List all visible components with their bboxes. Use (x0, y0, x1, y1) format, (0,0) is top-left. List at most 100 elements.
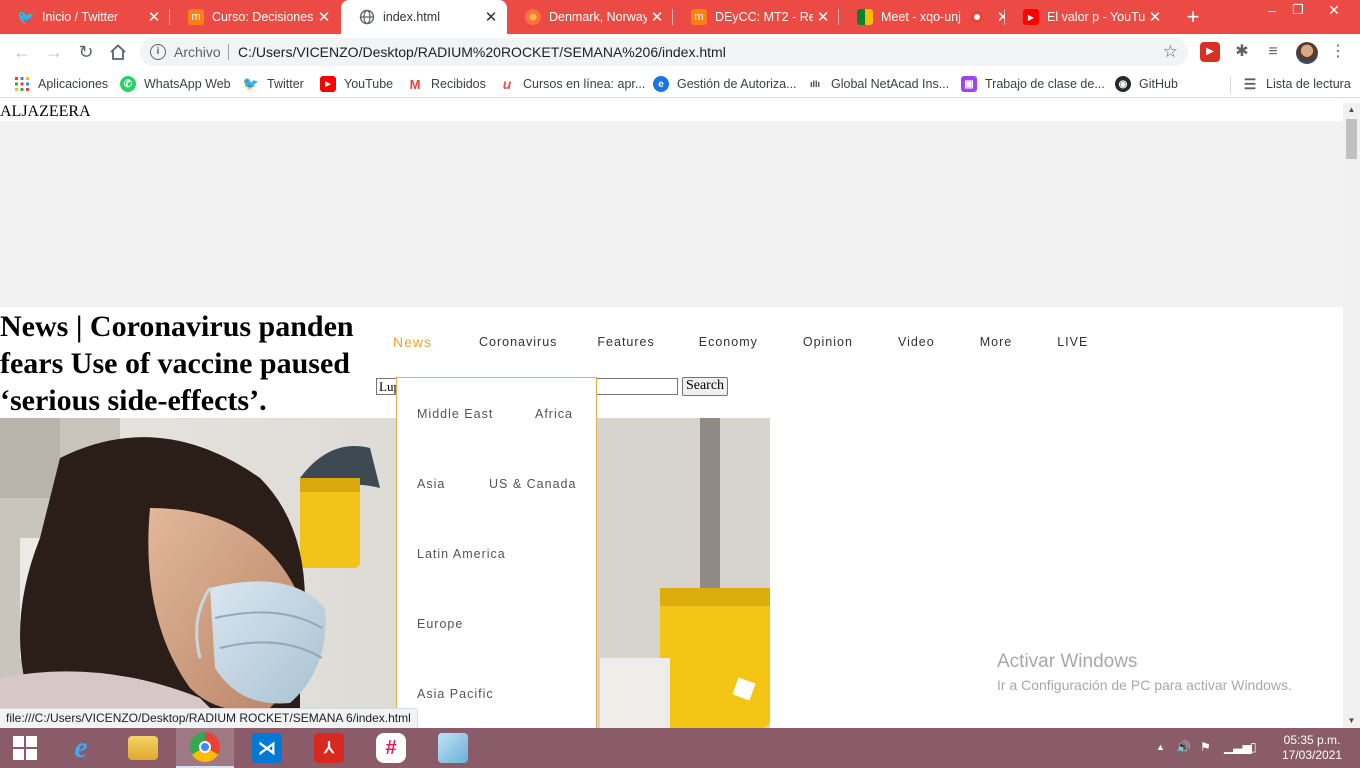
bookmark-whatsapp[interactable]: ✆ WhatsApp Web (120, 76, 231, 92)
media-control-icon[interactable]: ≡ (1263, 42, 1283, 62)
gestion-icon: e (653, 76, 669, 92)
address-bar[interactable]: i Archivo C:/Users/VICENZO/Desktop/RADIU… (140, 38, 1188, 66)
dropdown-item-us-canada[interactable]: US & Canada (489, 477, 576, 491)
tab-title: DEyCC: MT2 - Rela (715, 10, 813, 24)
url-text[interactable]: C:/Users/VICENZO/Desktop/RADIUM%20ROCKET… (238, 44, 726, 60)
dropdown-item-asia[interactable]: Asia (417, 477, 445, 491)
scheme-label: Archivo (174, 44, 221, 60)
windows-icon (13, 736, 37, 760)
dropdown-item-africa[interactable]: Africa (535, 407, 573, 421)
nav-news[interactable]: News (393, 334, 432, 350)
nav-video[interactable]: Video (898, 335, 935, 349)
extension-red-icon[interactable]: ▶ (1200, 42, 1220, 62)
new-tab-button[interactable]: + (1180, 4, 1206, 30)
tab-youtube[interactable]: ▶ El valor p - YouTub ✕ (1005, 0, 1171, 34)
acrobat-icon: ⅄ (314, 733, 344, 763)
bookmark-gestion[interactable]: e Gestión de Autoriza... (653, 76, 797, 92)
battery-icon[interactable]: ▯ (1250, 740, 1257, 754)
start-button[interactable] (0, 728, 50, 768)
tab-title: El valor p - YouTub (1047, 10, 1145, 24)
bookmark-aplicaciones[interactable]: Aplicaciones (14, 76, 108, 92)
dropdown-item-asia-pacific[interactable]: Asia Pacific (417, 687, 494, 701)
home-icon[interactable] (106, 40, 130, 64)
restore-button[interactable]: ❐ (1282, 0, 1314, 22)
vscode-icon: ⋊ (252, 733, 282, 763)
internet-explorer-icon: e (74, 731, 88, 764)
dropdown-item-europe[interactable]: Europe (417, 617, 463, 631)
recording-icon (971, 11, 983, 23)
tab-curso[interactable]: m Curso: Decisiones E ✕ (170, 0, 340, 34)
bookmark-star-icon[interactable]: ☆ (1163, 42, 1178, 62)
bookmark-twitter[interactable]: 🐦 Twitter (243, 76, 304, 92)
browser-toolbar: ← → ↻ i Archivo C:/Users/VICENZO/Desktop… (0, 34, 1360, 70)
taskbar-acrobat[interactable]: ⅄ (300, 728, 358, 768)
twitter-icon: 🐦 (242, 76, 260, 91)
tab-index-html[interactable]: index.html ✕ (341, 0, 507, 34)
menu-kebab-icon[interactable]: ⋮ (1328, 42, 1348, 62)
page-scrollbar[interactable]: ▲ ▼ (1343, 103, 1360, 728)
nav-more[interactable]: More (980, 335, 1012, 349)
bookmarks-bar: Aplicaciones ✆ WhatsApp Web 🐦 Twitter ▶ … (0, 70, 1360, 98)
close-window-button[interactable]: ✕ (1318, 0, 1350, 22)
bookmark-youtube[interactable]: ▶ YouTube (320, 76, 393, 92)
nav-coronavirus[interactable]: Coronavirus (479, 335, 557, 349)
bookmark-label: Aplicaciones (38, 77, 109, 91)
close-icon[interactable]: ✕ (1145, 8, 1165, 26)
reading-list[interactable]: ☰ Lista de lectura (1242, 76, 1351, 92)
tab-twitter[interactable]: 🐦 Inicio / Twitter ✕ (0, 0, 170, 34)
youtube-icon: ▶ (320, 76, 336, 92)
news-dropdown-menu: Middle East Africa Asia US & Canada Lati… (396, 377, 597, 728)
taskbar-chrome[interactable] (176, 728, 234, 768)
nav-economy[interactable]: Economy (699, 335, 758, 349)
puzzle-icon[interactable]: ✱ (1232, 42, 1252, 62)
bookmark-label: Global NetAcad Ins... (831, 77, 950, 91)
dropdown-item-latin-america[interactable]: Latin America (417, 547, 506, 561)
forward-icon[interactable]: → (42, 40, 66, 64)
close-icon[interactable]: ✕ (481, 8, 501, 26)
nav-live[interactable]: LIVE (1057, 335, 1088, 349)
bookmark-github[interactable]: ◉ GitHub (1115, 76, 1178, 92)
taskbar-internet-explorer[interactable]: e (52, 728, 110, 768)
banner-placeholder (0, 121, 1343, 307)
reload-icon[interactable]: ↻ (74, 40, 98, 64)
tray-overflow-icon[interactable]: ▲ (1156, 742, 1165, 752)
volume-icon[interactable]: 🔊 (1176, 740, 1191, 754)
close-icon[interactable]: ✕ (144, 8, 164, 26)
close-icon[interactable]: ✕ (314, 8, 334, 26)
tab-title: Inicio / Twitter (42, 10, 119, 24)
scroll-down-icon[interactable]: ▼ (1343, 714, 1360, 728)
back-icon[interactable]: ← (10, 40, 34, 64)
avatar[interactable] (1296, 42, 1318, 64)
notepad-icon (438, 733, 468, 763)
firefox-icon (525, 9, 541, 25)
bookmark-cursos[interactable]: u Cursos en línea: apr... (499, 76, 646, 92)
slack-icon: # (376, 733, 406, 763)
system-clock[interactable]: 05:35 p.m. 17/03/2021 (1282, 733, 1342, 763)
close-icon[interactable]: ✕ (813, 8, 833, 26)
bookmark-recibidos[interactable]: M Recibidos (407, 76, 486, 92)
tab-title: Meet - xqo-unj (881, 10, 961, 24)
search-button[interactable]: Search (682, 377, 728, 396)
flag-icon[interactable]: ⚑ (1200, 740, 1211, 754)
bookmark-label: Recibidos (431, 77, 486, 91)
gmail-icon: M (409, 76, 421, 92)
scroll-up-icon[interactable]: ▲ (1343, 103, 1360, 117)
tab-meet[interactable]: Meet - xqo-unj ✕ (839, 0, 1005, 34)
main-nav: News Coronavirus Features Economy Opinio… (393, 334, 1088, 350)
taskbar-file-explorer[interactable] (114, 728, 172, 768)
network-icon[interactable]: ▁▃▅ (1224, 740, 1252, 754)
taskbar-vscode[interactable]: ⋊ (238, 728, 296, 768)
taskbar-slack[interactable]: # (362, 728, 420, 768)
close-icon[interactable]: ✕ (647, 8, 667, 26)
nav-opinion[interactable]: Opinion (803, 335, 853, 349)
bookmark-classroom[interactable]: ▣ Trabajo de clase de... (961, 76, 1105, 92)
tab-deycc[interactable]: m DEyCC: MT2 - Rela ✕ (673, 0, 839, 34)
site-logo[interactable]: ALJAZEERA (0, 103, 91, 121)
taskbar-notepad[interactable] (424, 728, 482, 768)
bookmark-netacad[interactable]: ıllı Global NetAcad Ins... (807, 76, 949, 92)
nav-features[interactable]: Features (597, 335, 654, 349)
dropdown-item-middle-east[interactable]: Middle East (417, 407, 493, 421)
tab-denmark[interactable]: Denmark, Norway a ✕ (507, 0, 673, 34)
scroll-thumb[interactable] (1346, 119, 1357, 159)
info-icon[interactable]: i (150, 44, 166, 60)
